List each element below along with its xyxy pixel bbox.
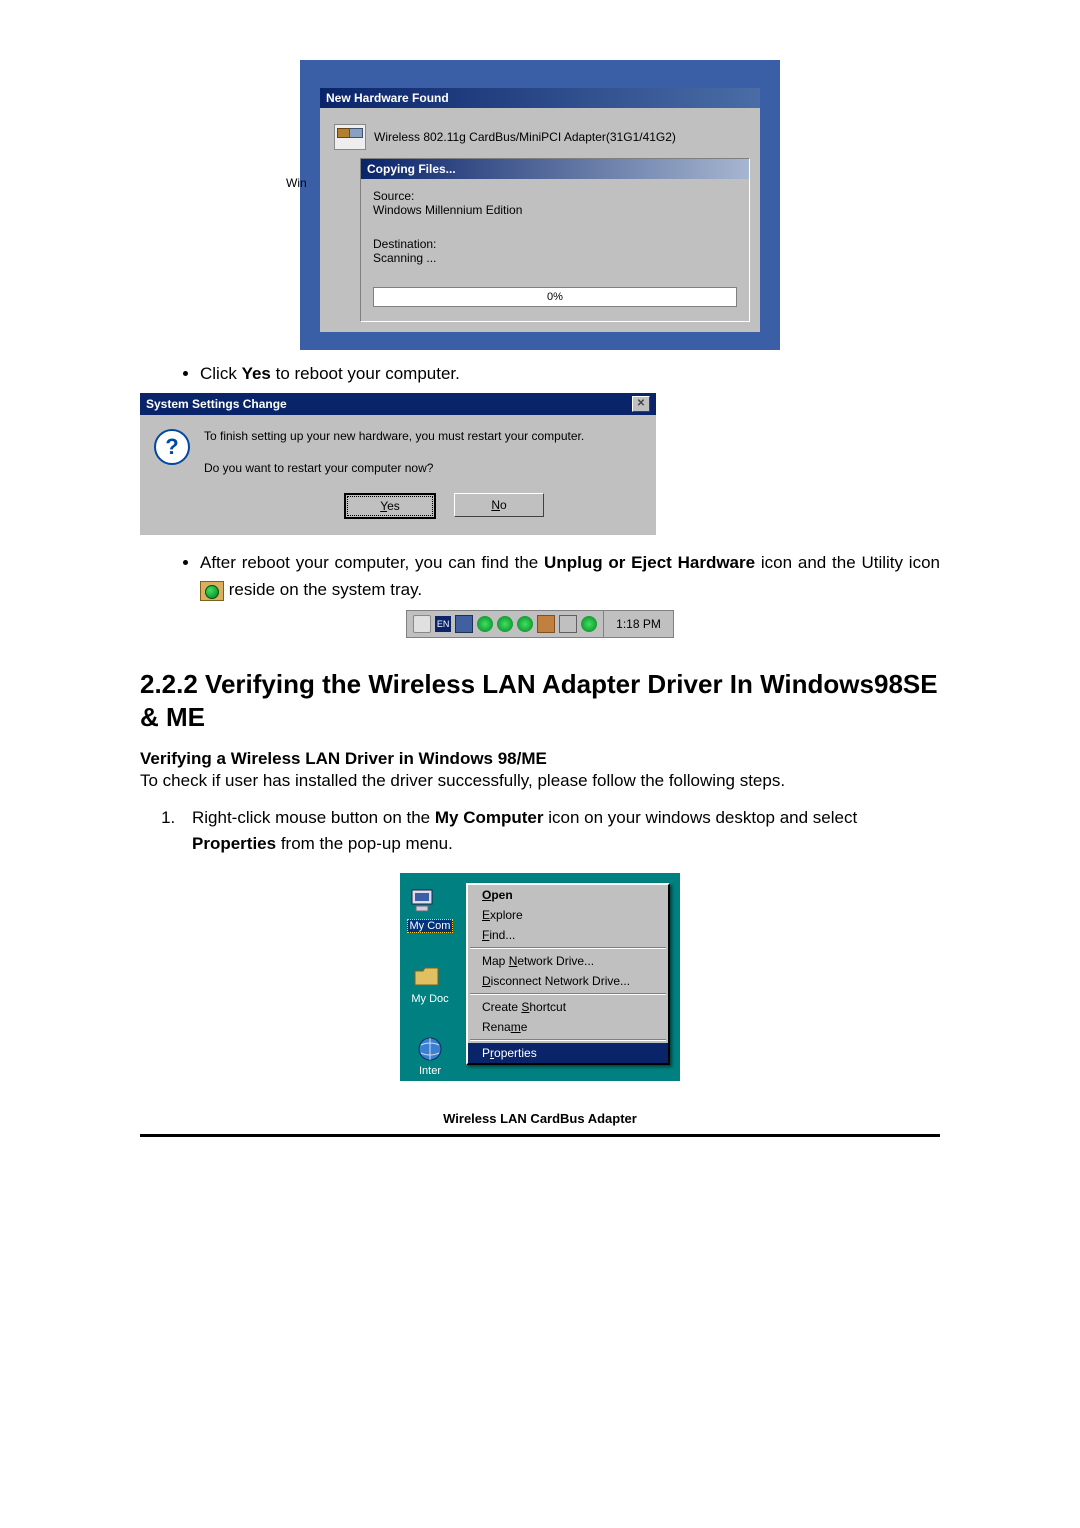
copying-files-dialog: Copying Files... Source: Windows Millenn… [360, 158, 750, 322]
menu-separator [470, 993, 666, 995]
page-footer: Wireless LAN CardBus Adapter [140, 1111, 940, 1132]
folder-icon [412, 965, 442, 989]
menu-create-shortcut[interactable]: Create Shortcut [468, 997, 668, 1017]
dialog-message-2: Do you want to restart your computer now… [204, 461, 642, 475]
tray-icon[interactable] [455, 615, 473, 633]
new-hardware-dialog: New Hardware Found Wireless 802.11g Card… [320, 88, 760, 332]
internet-label: Inter [414, 1065, 446, 1077]
dialog-title-text: System Settings Change [146, 397, 287, 411]
close-icon[interactable]: ✕ [632, 396, 650, 412]
menu-open[interactable]: Open [468, 885, 668, 905]
menu-disconnect-drive[interactable]: Disconnect Network Drive... [468, 971, 668, 991]
intro-text: To check if user has installed the drive… [140, 771, 940, 791]
yes-button[interactable]: Yes [344, 493, 436, 519]
menu-map-drive[interactable]: Map Network Drive... [468, 951, 668, 971]
globe-icon [416, 1035, 444, 1063]
win-label: Win [286, 176, 307, 190]
question-icon: ? [154, 429, 190, 465]
figure-new-hardware: New Hardware Found Wireless 802.11g Card… [140, 60, 940, 350]
my-computer-icon[interactable]: My Com [407, 885, 454, 933]
progress-value: 0% [547, 291, 563, 303]
volume-icon[interactable] [413, 615, 431, 633]
figure-context-menu: My Com My Doc Inter [140, 873, 940, 1081]
source-label: Source: [373, 189, 737, 203]
my-documents-label: My Doc [411, 993, 448, 1005]
internet-icon[interactable]: Inter [414, 1033, 446, 1077]
footer-rule [140, 1134, 940, 1137]
instruction-list-2: After reboot your computer, you can find… [140, 549, 940, 603]
tray-icons: EN [407, 611, 604, 637]
hardware-icon [334, 124, 366, 150]
tray-icon[interactable] [477, 616, 493, 632]
step-1: Right-click mouse button on the My Compu… [180, 805, 940, 856]
source-value: Windows Millennium Edition [373, 203, 737, 217]
dialog-titlebar: System Settings Change ✕ [140, 393, 656, 415]
copying-title: Copying Files... [361, 159, 749, 179]
tray-icon[interactable] [517, 616, 533, 632]
computer-icon [408, 888, 438, 914]
section-heading: 2.2.2 Verifying the Wireless LAN Adapter… [140, 668, 940, 736]
system-tray: EN 1:18 PM [406, 610, 674, 638]
tray-icon[interactable] [497, 616, 513, 632]
instruction-click-yes: Click Yes to reboot your computer. [200, 360, 940, 387]
dialog-message-1: To finish setting up your new hardware, … [204, 429, 642, 443]
utility-icon [200, 581, 224, 601]
step-list: Right-click mouse button on the My Compu… [140, 805, 940, 856]
menu-properties[interactable]: Properties [468, 1043, 668, 1063]
destination-value: Scanning ... [373, 251, 737, 265]
desktop-background: New Hardware Found Wireless 802.11g Card… [300, 60, 780, 350]
dialog-body: Wireless 802.11g CardBus/MiniPCI Adapter… [320, 108, 760, 332]
tray-icon[interactable] [537, 615, 555, 633]
settings-change-dialog: System Settings Change ✕ ? To finish set… [140, 393, 656, 535]
menu-separator [470, 1039, 666, 1041]
my-computer-label: My Com [407, 919, 454, 933]
progress-bar: 0% [373, 287, 737, 307]
menu-separator [470, 947, 666, 949]
dialog-title: New Hardware Found [320, 88, 760, 108]
utility-tray-icon[interactable] [581, 616, 597, 632]
menu-explore[interactable]: Explore [468, 905, 668, 925]
figure-settings-change: System Settings Change ✕ ? To finish set… [140, 393, 940, 535]
no-button[interactable]: No [454, 493, 544, 517]
page: New Hardware Found Wireless 802.11g Card… [0, 0, 1080, 1185]
menu-rename[interactable]: Rename [468, 1017, 668, 1037]
menu-find[interactable]: Find... [468, 925, 668, 945]
eject-hardware-icon[interactable] [559, 615, 577, 633]
clock: 1:18 PM [604, 617, 673, 631]
my-documents-icon[interactable]: My Doc [411, 961, 448, 1005]
destination-label: Destination: [373, 237, 737, 251]
device-name: Wireless 802.11g CardBus/MiniPCI Adapter… [374, 130, 676, 144]
subsection-heading: Verifying a Wireless LAN Driver in Windo… [140, 749, 940, 769]
desktop-area: My Com My Doc Inter [400, 873, 680, 1081]
figure-system-tray: EN 1:18 PM [140, 610, 940, 638]
instruction-list: Click Yes to reboot your computer. [140, 360, 940, 387]
context-menu: Open Explore Find... Map Network Drive..… [466, 883, 670, 1065]
instruction-after-reboot: After reboot your computer, you can find… [200, 549, 940, 603]
language-indicator[interactable]: EN [435, 616, 451, 632]
